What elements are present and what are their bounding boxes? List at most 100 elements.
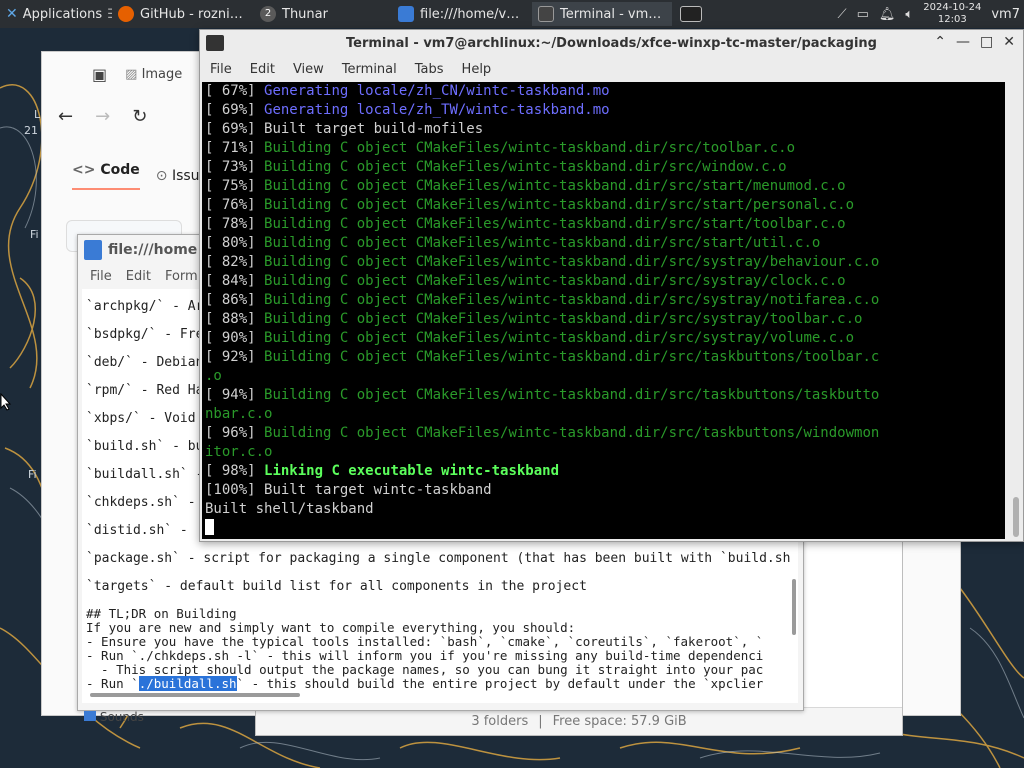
clock[interactable]: 2024-10-24 12:03 — [923, 2, 981, 26]
forward-icon[interactable]: → — [95, 106, 110, 127]
selected-text: ./buildall.sh — [138, 676, 237, 691]
notification-bell-icon[interactable]: 🔔︎ — [879, 7, 896, 22]
terminal-text: Building C object CMakeFiles/wintc-taskb… — [264, 159, 787, 175]
thunar-icon: 2 — [260, 6, 276, 22]
progress-prefix: [ 76%] — [205, 197, 265, 213]
applications-label: Applications — [22, 6, 103, 22]
text-fragment: - Run ` — [86, 676, 139, 691]
tab-overview-icon[interactable]: ▣ — [92, 65, 107, 84]
code-icon: <> — [72, 162, 96, 178]
terminal-icon — [538, 6, 554, 22]
terminal-screen[interactable]: [ 67%] Generating locale/zh_CN/wintc-tas… — [202, 82, 1005, 539]
close-icon[interactable]: ✕ — [1003, 34, 1015, 50]
terminal-line: [ 69%] Generating locale/zh_TW/wintc-tas… — [205, 101, 610, 120]
terminal-line: [ 75%] Building C object CMakeFiles/wint… — [205, 177, 846, 196]
terminal-scrollbar[interactable] — [1013, 497, 1019, 537]
reload-icon[interactable]: ↻ — [132, 106, 147, 127]
clock-time: 12:03 — [937, 14, 967, 25]
back-icon[interactable]: ← — [58, 106, 73, 127]
terminal-text: Building C object CMakeFiles/wintc-taskb… — [264, 387, 880, 403]
horizontal-scrollbar[interactable] — [90, 693, 300, 697]
task-editor[interactable]: file:///home/v… — [392, 2, 530, 26]
terminal-text: Building C object CMakeFiles/wintc-taskb… — [264, 349, 880, 365]
folder-count: 3 folders — [471, 714, 529, 729]
terminal-line: [ 80%] Building C object CMakeFiles/wint… — [205, 234, 820, 253]
desktop-label: L — [34, 108, 41, 121]
menu-help[interactable]: Help — [462, 62, 492, 77]
task-label: file:///home/v… — [420, 6, 520, 22]
terminal-line: nbar.c.o — [205, 405, 272, 424]
tab-issues[interactable]: ⊙ Issu — [156, 168, 200, 184]
text-fragment: ` - this should build the entire project… — [236, 676, 764, 691]
text-line: `rpm/` - Red Ha — [86, 383, 204, 398]
tab-code-label: Code — [100, 162, 140, 178]
terminal-text: .o — [205, 368, 222, 384]
text-line-selected: - Run `./buildall.sh` - this should buil… — [86, 676, 764, 691]
task-terminal[interactable]: Terminal - vm… — [532, 2, 672, 26]
menu-file[interactable]: File — [90, 269, 112, 284]
terminal-line: [ 88%] Building C object CMakeFiles/wint… — [205, 310, 862, 329]
terminal-line: [ 84%] Building C object CMakeFiles/wint… — [205, 272, 846, 291]
network-off-icon[interactable]: ⟋ — [838, 7, 847, 22]
progress-prefix: [ 73%] — [205, 159, 265, 175]
terminal-line: .o — [205, 367, 222, 386]
applications-menu[interactable]: ✕ Applications ☰ — [0, 0, 112, 28]
task-terminal-2[interactable] — [674, 2, 708, 26]
task-label: Terminal - vm… — [560, 6, 662, 22]
progress-prefix: [ 82%] — [205, 254, 265, 270]
terminal-text: Building C object CMakeFiles/wintc-taskb… — [264, 311, 863, 327]
text-line: `package.sh` - script for packaging a si… — [86, 551, 791, 566]
menu-tabs[interactable]: Tabs — [415, 62, 444, 77]
terminal-title: Terminal - vm7@archlinux:~/Downloads/xfc… — [346, 36, 877, 51]
progress-prefix: [ 84%] — [205, 273, 265, 289]
volume-icon[interactable]: 🔈︎ — [905, 7, 913, 22]
tab-code[interactable]: <> Code — [72, 162, 140, 190]
menu-view[interactable]: View — [293, 62, 324, 77]
tab-issues-label: Issu — [171, 168, 200, 184]
progress-prefix: [ 69%] — [205, 121, 265, 137]
task-firefox[interactable]: GitHub - rozni… — [112, 2, 252, 26]
text-editor-icon — [398, 6, 414, 22]
progress-prefix: [ 75%] — [205, 178, 265, 194]
window-controls: ⌃ — □ ✕ — [934, 34, 1015, 50]
github-repo-nav: <> Code ⊙ Issu — [72, 162, 200, 190]
task-label: GitHub - rozni… — [140, 6, 243, 22]
terminal-line: [ 86%] Building C object CMakeFiles/wint… — [205, 291, 879, 310]
firefox-icon — [118, 6, 134, 22]
menu-edit[interactable]: Edit — [126, 269, 151, 284]
desktop-label: Fi — [30, 228, 39, 241]
terminal-text: Building C object CMakeFiles/wintc-taskb… — [264, 235, 821, 251]
minimize-icon[interactable]: — — [956, 34, 970, 50]
text-line: - Run `./chkdeps.sh -l` - this will info… — [86, 648, 764, 663]
terminal-menubar: File Edit View Terminal Tabs Help — [200, 57, 1023, 82]
terminal-text: Building C object CMakeFiles/wintc-taskb… — [264, 216, 846, 232]
vertical-scrollbar[interactable] — [792, 579, 796, 635]
free-space: Free space: 57.9 GiB — [552, 714, 687, 729]
terminal-line: [ 76%] Building C object CMakeFiles/wint… — [205, 196, 854, 215]
terminal-text: Building C object CMakeFiles/wintc-taskb… — [264, 292, 880, 308]
terminal-titlebar[interactable]: Terminal - vm7@archlinux:~/Downloads/xfc… — [200, 30, 1023, 57]
battery-icon[interactable]: ▭ — [857, 7, 869, 22]
cursor-block — [205, 519, 214, 535]
terminal-window: Terminal - vm7@archlinux:~/Downloads/xfc… — [199, 29, 1024, 542]
progress-prefix: [ 69%] — [205, 102, 265, 118]
terminal-icon — [206, 35, 224, 51]
progress-prefix: [ 88%] — [205, 311, 265, 327]
text-line: `distid.sh` - — [86, 523, 188, 538]
task-label: Thunar — [282, 6, 328, 22]
shade-icon[interactable]: ⌃ — [934, 34, 946, 50]
image-icon: ▨ — [125, 66, 138, 82]
menu-format[interactable]: Form — [165, 269, 198, 284]
task-thunar[interactable]: 2 Thunar — [254, 2, 390, 26]
system-tray: ⟋ ▭ 🔔︎ 🔈︎ 2024-10-24 12:03 vm7 — [838, 0, 1024, 28]
progress-prefix: [ 98%] — [205, 463, 265, 479]
menu-terminal[interactable]: Terminal — [342, 62, 397, 77]
terminal-cursor — [205, 519, 214, 538]
browser-tab[interactable]: ▨ Image — [125, 67, 182, 82]
menu-edit[interactable]: Edit — [250, 62, 275, 77]
user-menu[interactable]: vm7 — [991, 7, 1020, 22]
text-line: `xbps/` - Void — [86, 411, 196, 426]
maximize-icon[interactable]: □ — [980, 34, 993, 50]
text-line: `bsdpkg/` - Fre — [86, 327, 204, 342]
menu-file[interactable]: File — [210, 62, 232, 77]
